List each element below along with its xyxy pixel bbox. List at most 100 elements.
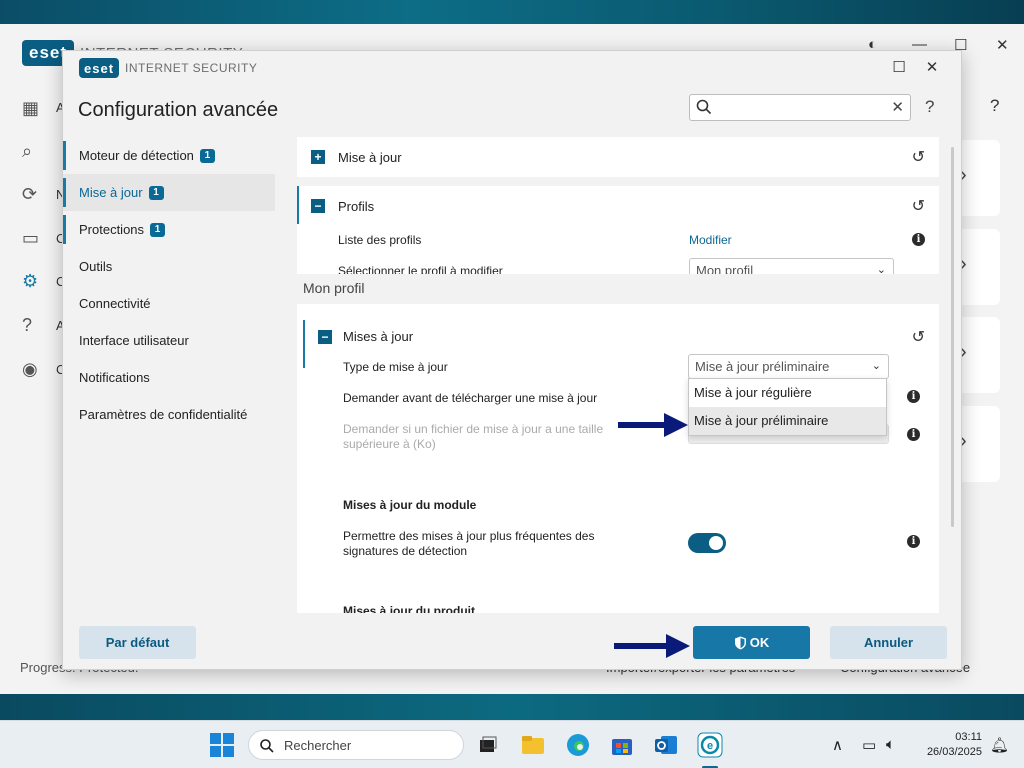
search-box[interactable]: ✕: [689, 94, 911, 121]
taskbar: Rechercher e ∧ ▭ 🔈︎ 03:11 26/03/2025 🔔︎: [0, 720, 1024, 768]
section-update: + Mise à jour ↺: [297, 137, 939, 177]
outlook-icon[interactable]: [652, 731, 680, 759]
sidebar-item-tools[interactable]: Outils: [63, 248, 275, 285]
sidebar-item-update[interactable]: Mise à jour 1: [63, 174, 275, 211]
ask-before-download-label: Demander avant de télécharger une mise à…: [343, 391, 598, 405]
update-icon[interactable]: ⟳: [22, 184, 44, 206]
info-icon[interactable]: i: [907, 390, 920, 403]
section-update-header[interactable]: + Mise à jour ↺: [297, 137, 939, 177]
content-scrollbar[interactable]: [951, 147, 954, 527]
sidebar-item-privacy[interactable]: Paramètres de confidentialité: [63, 396, 275, 433]
network-icon[interactable]: ▭: [862, 736, 876, 754]
eset-taskbar-icon[interactable]: e: [696, 731, 724, 759]
dialog-title: Configuration avancée: [78, 99, 279, 121]
sidebar-item-label: Mise à jour: [79, 185, 143, 200]
shield-icon: [734, 636, 746, 649]
sidebar-item-connectivity[interactable]: Connectivité: [63, 285, 275, 322]
expand-icon[interactable]: +: [311, 150, 325, 164]
info-icon[interactable]: i: [907, 535, 920, 548]
search-icon: [696, 99, 712, 115]
default-button[interactable]: Par défaut: [79, 626, 196, 659]
task-view-icon[interactable]: [474, 731, 502, 759]
taskbar-search[interactable]: Rechercher: [248, 730, 464, 760]
clock-date: 26/03/2025: [926, 746, 982, 758]
count-badge: 1: [148, 185, 164, 200]
help-support-icon[interactable]: ?: [22, 315, 44, 337]
profile-list-label: Liste des profils: [338, 233, 422, 247]
tools-icon[interactable]: ▭: [22, 228, 44, 250]
annotation-arrow-icon: [618, 413, 688, 437]
svg-text:e: e: [707, 740, 713, 752]
notification-bell-icon[interactable]: 🔔︎: [990, 736, 1009, 754]
scan-icon[interactable]: ⌕: [22, 141, 44, 163]
store-icon[interactable]: [608, 731, 636, 759]
windows-start-icon[interactable]: [208, 731, 236, 759]
close-icon[interactable]: ✕: [996, 36, 1009, 54]
update-type-label: Type de mise à jour: [343, 360, 448, 374]
advanced-setup-dialog: eset INTERNET SECURITY ☐ ✕ Configuration…: [62, 50, 962, 670]
annotation-arrow-icon: [614, 634, 690, 658]
count-badge: 1: [150, 222, 166, 237]
sidebar-item-label: Connectivité: [79, 296, 151, 311]
chevron-down-icon: ⌄: [871, 360, 881, 372]
main-help-button[interactable]: ?: [990, 96, 999, 116]
section-title: Mise à jour: [338, 149, 402, 165]
sidebar-item-label: Notifications: [79, 370, 150, 385]
collapse-icon[interactable]: −: [311, 199, 325, 213]
dialog-titlebar: eset INTERNET SECURITY ☐ ✕: [63, 51, 961, 85]
profile-caption: Mon profil: [303, 280, 365, 296]
sidebar-item-protections[interactable]: Protections 1: [63, 211, 275, 248]
sidebar-item-detection-engine[interactable]: Moteur de détection 1: [63, 137, 275, 174]
settings-sidebar: Moteur de détection 1 Mise à jour 1 Prot…: [63, 137, 275, 433]
collapse-icon[interactable]: −: [318, 330, 332, 344]
sidebar-item-user-interface[interactable]: Interface utilisateur: [63, 322, 275, 359]
update-type-dropdown: Mise à jour régulière Mise à jour prélim…: [688, 378, 887, 436]
dialog-product-name: INTERNET SECURITY: [125, 61, 258, 75]
reset-icon[interactable]: ↺: [912, 147, 925, 167]
reset-icon[interactable]: ↺: [912, 327, 925, 347]
ok-button[interactable]: OK: [693, 626, 810, 659]
maximize-icon[interactable]: ☐: [889, 58, 909, 76]
edit-profiles-link[interactable]: Modifier: [689, 233, 732, 247]
section-profiles-header[interactable]: − Profils ↺: [297, 186, 939, 226]
clear-icon[interactable]: ✕: [891, 98, 904, 116]
ask-size-label: Demander si un fichier de mise à jour a …: [343, 422, 604, 451]
updates-panel: − Mises à jour ↺ Type de mise à jour Mis…: [297, 304, 939, 613]
count-badge: 1: [199, 148, 215, 163]
cancel-button[interactable]: Annuler: [830, 626, 947, 659]
search-icon: [260, 739, 274, 753]
sidebar-item-notifications[interactable]: Notifications: [63, 359, 275, 396]
close-icon[interactable]: ✕: [922, 58, 942, 76]
caption-strip: Mon profil: [297, 274, 939, 304]
section-indicator: [303, 320, 305, 368]
info-icon[interactable]: i: [912, 233, 925, 246]
dropdown-option-preliminary[interactable]: Mise à jour préliminaire: [689, 407, 886, 435]
updates-title: Mises à jour: [343, 329, 414, 344]
product-updates-heading: Mises à jour du produit: [343, 604, 476, 613]
chevron-up-icon[interactable]: ∧: [832, 736, 843, 754]
help-button[interactable]: ?: [925, 97, 934, 117]
account-icon[interactable]: ◉: [22, 359, 44, 381]
update-type-value: Mise à jour préliminaire: [695, 359, 830, 374]
search-input[interactable]: [718, 98, 878, 117]
frequent-updates-label: Permettre des mises à jour plus fréquent…: [343, 529, 595, 558]
sidebar-item-label: Interface utilisateur: [79, 333, 189, 348]
sidebar-item-label: Outils: [79, 259, 113, 274]
clock-time: 03:11: [955, 731, 982, 743]
dropdown-option-regular[interactable]: Mise à jour régulière: [689, 379, 886, 407]
volume-icon[interactable]: 🔈︎: [886, 736, 895, 753]
update-type-select[interactable]: Mise à jour préliminaire ⌄: [688, 354, 889, 379]
overview-icon[interactable]: ▦: [22, 98, 44, 120]
settings-content: + Mise à jour ↺ − Profils ↺ Liste des pr…: [297, 137, 939, 613]
module-updates-heading: Mises à jour du module: [343, 498, 477, 512]
reset-icon[interactable]: ↺: [912, 196, 925, 216]
sidebar-item-label: Protections: [79, 222, 145, 237]
clock[interactable]: 03:11 26/03/2025: [916, 730, 982, 760]
section-title: Profils: [338, 198, 375, 214]
settings-icon[interactable]: ⚙: [22, 271, 44, 293]
info-icon[interactable]: i: [907, 428, 920, 441]
file-explorer-icon[interactable]: [519, 731, 547, 759]
frequent-updates-toggle[interactable]: [688, 533, 726, 553]
desktop-wallpaper-bottom: [0, 694, 1024, 720]
edge-browser-icon[interactable]: [564, 731, 592, 759]
